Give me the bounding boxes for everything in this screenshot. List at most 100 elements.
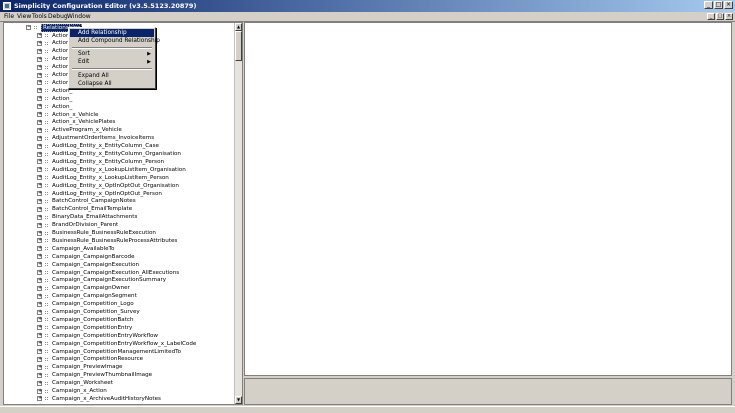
expand-icon[interactable]: + xyxy=(38,404,42,405)
tree-node[interactable]: + Action_x_Vehicle xyxy=(37,111,98,118)
tree-node[interactable]: + Campaign_CompetitionManagementLimitedTo xyxy=(37,348,181,355)
expand-icon[interactable]: + xyxy=(37,238,42,244)
child-minimize-button[interactable]: _ xyxy=(707,13,715,20)
expand-icon[interactable]: + xyxy=(37,151,42,157)
tree-node[interactable]: + Campaign_CompetitionEntryWorkflow_x_Lab… xyxy=(37,340,196,347)
tree-node[interactable]: + Campaign_CampaignBarcode xyxy=(37,253,135,260)
expand-icon[interactable]: + xyxy=(37,56,42,62)
menu-edit[interactable]: Edit ▶ xyxy=(70,58,154,66)
close-button[interactable]: × xyxy=(724,1,733,9)
expand-icon[interactable]: + xyxy=(37,127,42,133)
minimize-button[interactable]: _ xyxy=(704,1,713,9)
scroll-up-icon[interactable]: ▲ xyxy=(235,23,242,31)
menu-add-relationship[interactable]: Add Relationship xyxy=(70,29,154,37)
expand-icon[interactable]: + xyxy=(37,198,42,204)
expand-icon[interactable]: + xyxy=(37,325,42,331)
tree-node[interactable]: + Action_x_VehiclePlates xyxy=(37,119,115,126)
menu-sort[interactable]: Sort ▶ xyxy=(70,50,154,58)
tree-node[interactable]: + BrandOrDivision_Parent xyxy=(37,222,118,229)
expand-icon[interactable]: + xyxy=(37,301,42,307)
tree-node[interactable]: + BusinessRule_BusinessRuleProcessAttribu… xyxy=(37,237,177,244)
tree-node[interactable]: + Campaign_x_Action xyxy=(37,388,107,395)
editor-panel[interactable] xyxy=(244,22,732,376)
expand-icon[interactable]: + xyxy=(37,364,42,370)
tree-node[interactable]: + Action_ xyxy=(37,103,72,110)
scroll-down-icon[interactable]: ▼ xyxy=(235,396,242,404)
expand-icon[interactable]: + xyxy=(37,277,42,283)
child-restore-button[interactable]: □ xyxy=(716,13,724,20)
tree-node[interactable]: + AuditLog_Entity_x_EntityColumn_Case xyxy=(37,143,159,150)
expand-icon[interactable]: + xyxy=(37,222,42,228)
expand-icon[interactable]: + xyxy=(37,270,42,275)
expand-icon[interactable]: + xyxy=(37,88,42,94)
expand-icon[interactable]: + xyxy=(37,80,42,86)
child-close-button[interactable]: × xyxy=(725,13,733,20)
expand-icon[interactable]: + xyxy=(37,183,42,189)
expand-icon[interactable]: + xyxy=(37,285,42,291)
maximize-button[interactable]: □ xyxy=(714,1,723,9)
tree-node[interactable]: + Campaign_CompetitionEntryWorkflow xyxy=(37,332,158,339)
scroll-thumb[interactable] xyxy=(235,31,242,61)
menu-debug[interactable]: Debug xyxy=(48,13,68,20)
tree-node[interactable]: + Campaign_CampaignSegment xyxy=(37,293,137,300)
expand-icon[interactable]: + xyxy=(37,293,42,299)
tree-node[interactable]: + Campaign_x_BrandOrDivision xyxy=(37,403,135,405)
tree-node[interactable]: + Campaign_Competition_Logo xyxy=(37,301,134,308)
expand-icon[interactable]: + xyxy=(37,159,42,165)
expand-icon[interactable]: + xyxy=(37,33,42,38)
menu-window[interactable]: Window xyxy=(67,13,91,20)
tree-node[interactable]: + Campaign_CampaignExecution_AllExecution… xyxy=(37,269,179,276)
expand-icon[interactable]: + xyxy=(37,246,42,252)
expand-icon[interactable]: + xyxy=(37,206,42,212)
expand-icon[interactable]: + xyxy=(37,388,42,394)
tree-node[interactable]: + Campaign_PreviewImage xyxy=(37,364,123,371)
expand-icon[interactable]: + xyxy=(37,230,42,236)
expand-icon[interactable]: + xyxy=(37,396,42,402)
tree-node[interactable]: + BatchControl_CampaignNotes xyxy=(37,198,136,205)
expand-icon[interactable]: + xyxy=(37,119,42,125)
expand-icon[interactable]: + xyxy=(37,104,42,110)
expand-icon[interactable]: + xyxy=(37,191,42,196)
collapse-icon[interactable]: − xyxy=(26,25,31,30)
expand-icon[interactable]: + xyxy=(37,167,42,173)
tree-node[interactable]: + AdjustmentOrderItems_InvoiceItems xyxy=(37,135,154,142)
expand-icon[interactable]: + xyxy=(37,143,42,149)
tree-node[interactable]: + Campaign_CompetitionBatch xyxy=(37,316,134,323)
expand-icon[interactable]: + xyxy=(37,40,42,46)
expand-icon[interactable]: + xyxy=(37,254,42,260)
expand-icon[interactable]: + xyxy=(37,112,42,117)
tree-node[interactable]: + Campaign_Competition_Survey xyxy=(37,309,140,316)
menu-view[interactable]: View xyxy=(17,13,31,20)
tree-node[interactable]: + ActiveProgram_x_Vehicle xyxy=(37,127,122,134)
tree-node[interactable]: + Campaign_CampaignExecution xyxy=(37,261,139,268)
expand-icon[interactable]: + xyxy=(37,317,42,323)
tree-node[interactable]: + AuditLog_Entity_x_OptInOptOut_Organisat… xyxy=(37,182,179,189)
expand-icon[interactable]: + xyxy=(37,333,42,339)
tree-node[interactable]: + Campaign_Worksheet xyxy=(37,380,113,387)
tree-node[interactable]: + AuditLog_Entity_x_LookupListItem_Person xyxy=(37,174,169,181)
tree-node[interactable]: + AuditLog_Entity_x_OptInOptOut_Person xyxy=(37,190,162,197)
tree-node[interactable]: + AuditLog_Entity_x_EntityColumn_Organisa… xyxy=(37,151,181,158)
tree-node[interactable]: + Campaign_PreviewThumbnailImage xyxy=(37,372,152,379)
expand-icon[interactable]: + xyxy=(37,309,42,315)
expand-icon[interactable]: + xyxy=(37,372,42,378)
expand-icon[interactable]: + xyxy=(37,72,42,78)
menu-tools[interactable]: Tools xyxy=(32,13,47,20)
tree-node[interactable]: + Campaign_CompetitionEntry xyxy=(37,324,132,331)
menu-expand-all[interactable]: Expand All xyxy=(70,72,154,80)
tree-scrollbar[interactable]: ▲ ▼ xyxy=(234,23,242,404)
expand-icon[interactable]: + xyxy=(37,214,42,220)
tree-node[interactable]: + BatchControl_EmailTemplate xyxy=(37,206,132,213)
expand-icon[interactable]: + xyxy=(37,262,42,268)
expand-icon[interactable]: + xyxy=(37,135,42,141)
expand-icon[interactable]: + xyxy=(37,64,42,70)
tree-node[interactable]: + BinaryData_EmailAttachments xyxy=(37,214,137,221)
tree-node[interactable]: + Campaign_CampaignOwner xyxy=(37,285,130,292)
menu-add-compound-relationship[interactable]: Add Compound Relationship xyxy=(70,37,160,45)
expand-icon[interactable]: + xyxy=(37,96,42,102)
menu-collapse-all[interactable]: Collapse All xyxy=(70,80,154,88)
tree-node[interactable]: + Campaign_AvailableTo xyxy=(37,245,114,252)
tree-node[interactable]: + Campaign_CampaignExecutionSummary xyxy=(37,277,166,284)
menu-file[interactable]: File xyxy=(4,13,14,20)
tree-node[interactable]: + Action_ xyxy=(37,95,72,102)
